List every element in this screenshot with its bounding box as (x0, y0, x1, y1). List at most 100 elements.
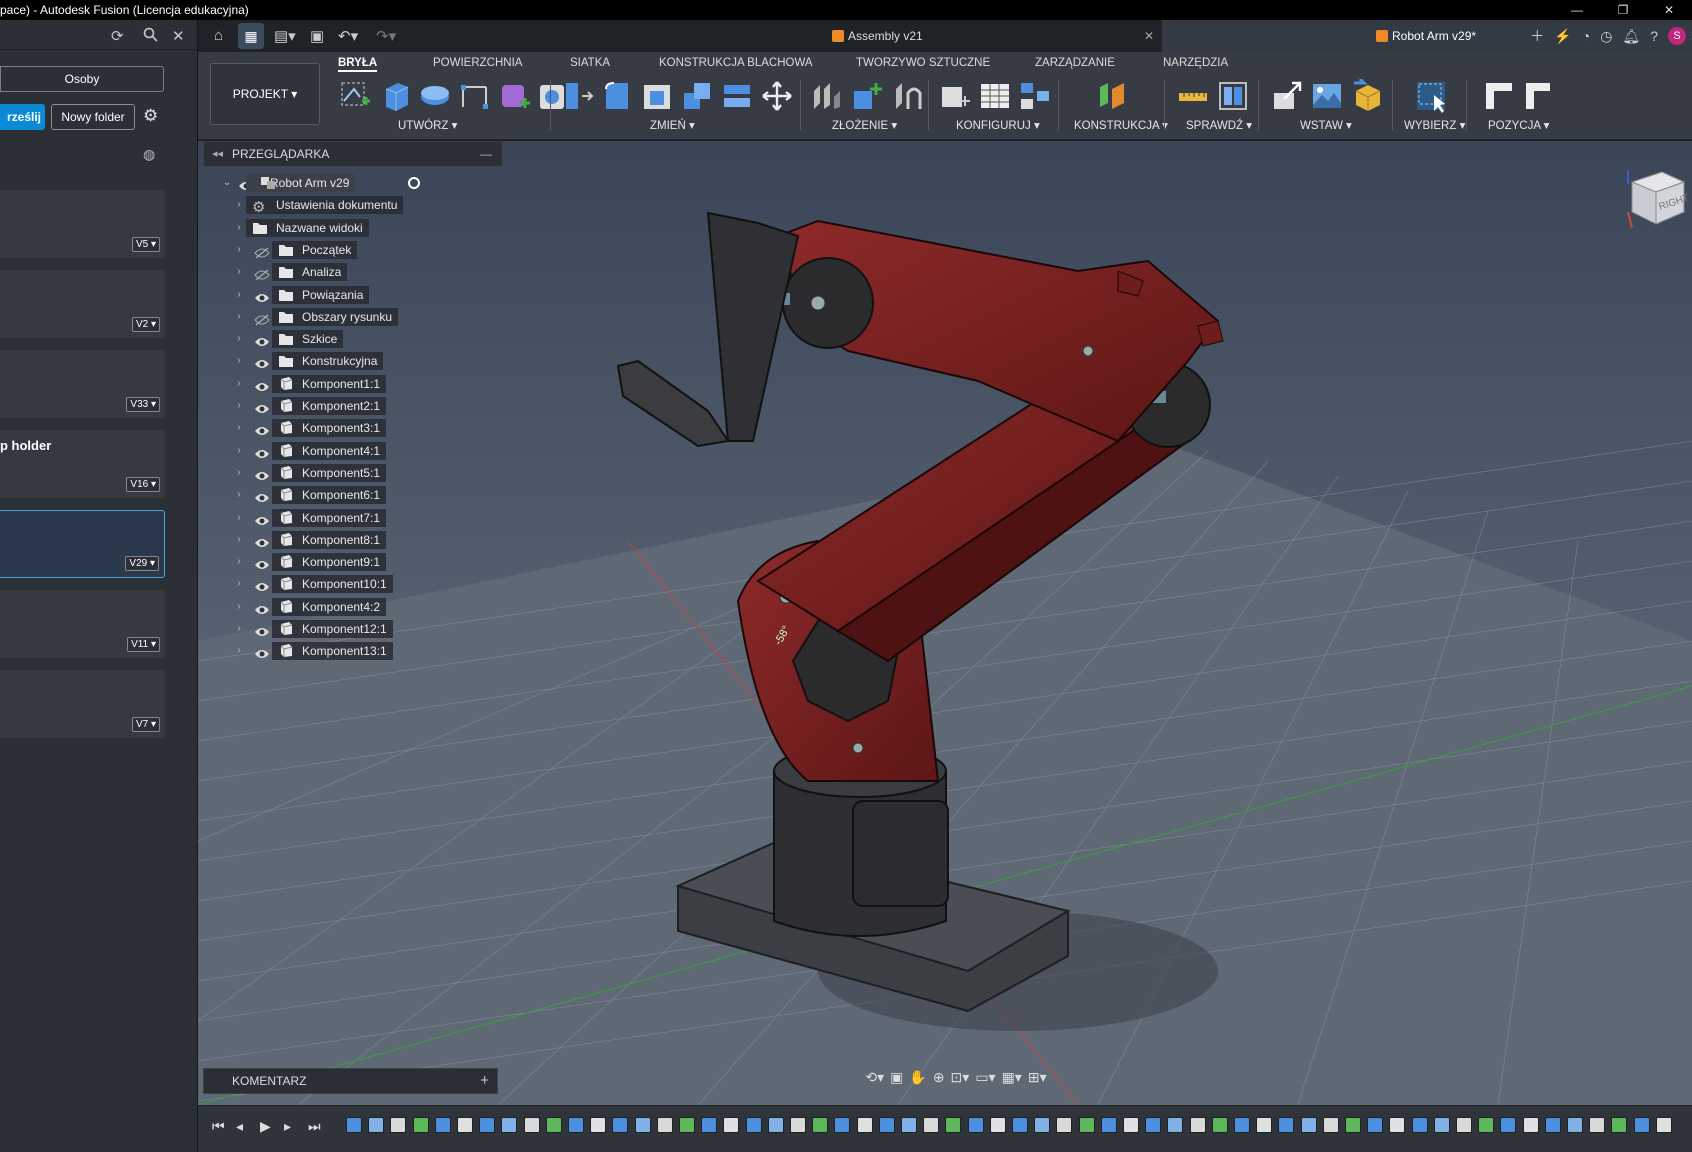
expand-chevron-icon[interactable]: › (232, 462, 246, 484)
split-body-icon[interactable] (720, 79, 754, 113)
browser-tree-row[interactable]: › Obszary rysunku (237, 306, 440, 328)
view-cube[interactable]: RIGHT (1622, 168, 1688, 234)
expand-chevron-icon[interactable]: › (232, 261, 246, 283)
extensions-icon[interactable]: ⚡ (1554, 28, 1571, 45)
eye-icon[interactable] (254, 445, 270, 458)
expand-chevron-icon[interactable]: › (232, 596, 246, 618)
timeline-feature-icon[interactable] (1567, 1117, 1583, 1133)
timeline-feature-icon[interactable] (856, 1117, 873, 1133)
timeline-feature-icon[interactable] (812, 1117, 829, 1133)
eye-icon[interactable] (254, 578, 270, 592)
combine-icon[interactable] (680, 79, 714, 113)
eye-icon[interactable] (254, 378, 270, 391)
activate-radio-icon[interactable] (408, 177, 420, 189)
eye-icon[interactable] (254, 623, 270, 636)
group-create-label[interactable]: UTWÓRZ ▾ (398, 118, 457, 132)
group-assemble-label[interactable]: ZŁOŻENIE ▾ (832, 118, 897, 132)
select-window-icon[interactable] (1414, 79, 1448, 113)
configuration-table-icon[interactable] (978, 79, 1012, 113)
timeline-feature-icon[interactable] (501, 1117, 518, 1133)
timeline-feature-icon[interactable] (1056, 1117, 1073, 1133)
new-component-icon[interactable] (850, 79, 884, 113)
step-forward-icon[interactable]: ▸ (284, 1118, 291, 1135)
timeline-feature-icon[interactable] (967, 1117, 984, 1133)
expand-chevron-icon[interactable]: › (232, 284, 246, 306)
expand-chevron-icon[interactable]: › (232, 417, 246, 439)
timeline-feature-icon[interactable] (923, 1117, 940, 1133)
insert-mesh-icon[interactable] (1350, 79, 1384, 113)
timeline-feature-icon[interactable] (1367, 1117, 1384, 1133)
expand-chevron-icon[interactable]: › (232, 194, 246, 216)
browser-root-row[interactable]: ⌄ Robot Arm v29 (220, 172, 420, 194)
eye-hidden-icon[interactable] (254, 266, 270, 281)
data-panel-grid-icon[interactable]: ▦ (238, 23, 264, 49)
expand-chevron-icon[interactable]: › (232, 395, 246, 417)
browser-tree-row[interactable]: › Komponent4:1 (237, 440, 440, 462)
expand-chevron-icon[interactable]: › (232, 507, 246, 529)
browser-header[interactable]: ◂◂ PRZEGLĄDARKA — (203, 141, 503, 167)
revolve-icon[interactable] (418, 79, 452, 113)
timeline-feature-icon[interactable] (790, 1117, 806, 1133)
eye-icon[interactable] (254, 534, 270, 547)
browser-tree-row[interactable]: › Komponent5:1 (237, 462, 440, 484)
measure-icon[interactable] (1176, 79, 1210, 113)
close-window-button[interactable]: ✕ (1646, 0, 1692, 20)
sweep-icon[interactable] (458, 79, 492, 113)
browser-tree-row[interactable]: › Nazwane widoki (237, 217, 440, 239)
timeline-feature-icon[interactable] (679, 1117, 695, 1133)
timeline-feature-icon[interactable] (1034, 1117, 1051, 1133)
version-badge[interactable]: V5 ▾ (131, 237, 160, 252)
browser-tree-row[interactable]: › Komponent6:1 (237, 484, 440, 506)
expand-chevron-icon[interactable]: › (232, 306, 246, 328)
browser-tree-row[interactable]: › Komponent9:1 (237, 551, 440, 573)
timeline-feature-icon[interactable] (1300, 1117, 1317, 1133)
refresh-icon[interactable]: ⟳ (111, 27, 124, 45)
expand-chevron-icon[interactable]: › (232, 551, 246, 573)
timeline-feature-icon[interactable] (745, 1117, 762, 1133)
browser-tree-row[interactable]: › Komponent3:1 (237, 417, 440, 439)
tab-narzedzia[interactable]: NARZĘDZIA (1163, 57, 1228, 69)
design-card[interactable]: V2 ▾ (0, 270, 165, 338)
timeline-feature-icon[interactable] (1078, 1117, 1095, 1133)
eye-icon[interactable] (254, 556, 270, 570)
expand-chevron-icon[interactable]: › (232, 373, 246, 395)
group-construct-label[interactable]: KONSTRUKCJA ▾ (1074, 118, 1168, 132)
timeline-feature-icon[interactable] (568, 1117, 584, 1133)
insert-derive-icon[interactable] (1270, 79, 1304, 113)
eye-hidden-icon[interactable] (254, 311, 270, 326)
settings-gear-icon[interactable]: ⚙ (143, 106, 158, 126)
fillet-icon[interactable] (600, 79, 634, 113)
timeline-feature-icon[interactable] (656, 1117, 673, 1133)
timeline-feature-icon[interactable] (1012, 1117, 1028, 1133)
timeline-feature-icon[interactable] (1478, 1117, 1495, 1133)
tab-bryla[interactable]: BRYŁA (338, 57, 378, 72)
job-status-icon[interactable]: ◔ (1582, 28, 1590, 44)
version-badge[interactable]: V16 ▾ (126, 477, 160, 492)
group-insert-label[interactable]: WSTAW ▾ (1300, 118, 1352, 132)
display-settings-icon[interactable]: ▭▾ (975, 1069, 995, 1086)
eye-icon[interactable] (254, 489, 270, 503)
timeline-feature-icon[interactable] (989, 1117, 1006, 1133)
browser-tree-row[interactable]: › Komponent1:1 (237, 373, 440, 395)
add-comment-button[interactable]: + (480, 1069, 489, 1093)
eye-hidden-icon[interactable] (254, 244, 270, 259)
timeline-feature-icon[interactable] (1345, 1117, 1361, 1133)
minimize-button[interactable]: — (1554, 0, 1600, 20)
browser-tree-row[interactable]: › Ustawienia dokumentu ⚙ (237, 194, 440, 216)
version-badge[interactable]: V29 ▾ (125, 556, 159, 571)
eye-icon[interactable] (254, 467, 270, 480)
timeline-feature-icon[interactable] (1500, 1117, 1517, 1133)
fit-icon[interactable]: ⊡▾ (951, 1069, 970, 1086)
timeline-feature-icon[interactable] (1211, 1117, 1228, 1133)
design-card[interactable]: V33 ▾ (0, 350, 165, 418)
version-badge[interactable]: V11 ▾ (127, 637, 160, 652)
tab-konstrukcja-blachowa[interactable]: KONSTRUKCJA BLACHOWA (659, 57, 813, 69)
expand-chevron-icon[interactable]: › (232, 328, 246, 350)
timeline-feature-icon[interactable] (634, 1117, 651, 1133)
people-button[interactable]: Osoby (0, 66, 164, 92)
group-position-label[interactable]: POZYCJA ▾ (1488, 118, 1549, 132)
version-badge[interactable]: V33 ▾ (126, 397, 160, 412)
timeline-feature-icon[interactable] (1655, 1117, 1672, 1133)
search-icon[interactable] (143, 27, 158, 46)
redo-icon[interactable]: ↷▾ (376, 27, 396, 45)
